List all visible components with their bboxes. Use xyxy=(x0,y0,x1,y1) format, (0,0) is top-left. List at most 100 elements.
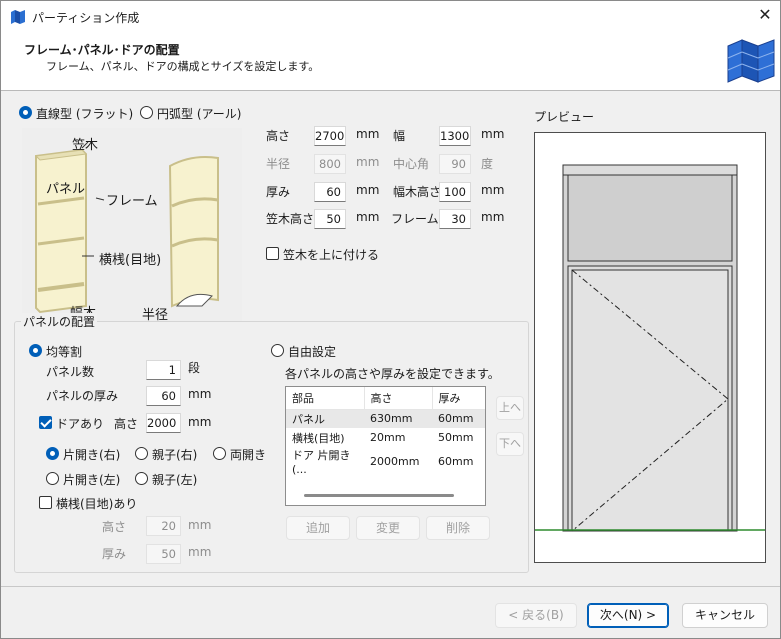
height-input[interactable]: 2700 xyxy=(314,126,346,146)
kasagi-height-input[interactable]: 50 xyxy=(314,209,346,229)
panel-count-label: パネル数 xyxy=(46,365,95,379)
wizard-header: フレーム･パネル･ドアの配置 フレーム、パネル、ドアの構成とサイズを設定します。 xyxy=(1,32,780,91)
arc-type-radio[interactable] xyxy=(140,106,153,119)
yokosan-height-label: 高さ xyxy=(102,520,127,534)
door-single-right-radio[interactable] xyxy=(46,447,59,460)
list-header-part[interactable]: 部品 xyxy=(286,387,365,410)
thickness-unit: mm xyxy=(356,183,380,197)
door-pair-left-label[interactable]: 親子(左) xyxy=(152,471,197,488)
radius-input[interactable]: 800 xyxy=(314,154,346,174)
cancel-button[interactable]: キャンセル xyxy=(682,603,768,628)
door-single-left-radio[interactable] xyxy=(46,472,59,485)
move-up-button[interactable]: 上へ xyxy=(496,396,524,420)
footer-separator xyxy=(1,586,780,587)
angle-input[interactable]: 90 xyxy=(439,154,471,174)
door-label[interactable]: ドアあり xyxy=(56,415,104,432)
habaki-height-input[interactable]: 100 xyxy=(439,182,471,202)
table-row[interactable]: パネル 630mm 60mm xyxy=(286,409,485,428)
move-down-button[interactable]: 下へ xyxy=(496,432,524,456)
angle-unit: 度 xyxy=(481,157,494,171)
preview-canvas xyxy=(534,132,766,563)
door-height-input[interactable]: 2000 xyxy=(146,413,181,433)
yokosan-label[interactable]: 横桟(目地)あり xyxy=(56,495,137,512)
kasagi-height-unit: mm xyxy=(356,210,380,224)
list-cell: 630mm xyxy=(364,409,432,428)
preview-label: プレビュー xyxy=(534,110,595,124)
width-label: 幅 xyxy=(393,129,406,143)
thickness-label: 厚み xyxy=(266,185,291,199)
table-row[interactable]: ドア 片開き(... 2000mm 60mm xyxy=(286,447,485,476)
equal-split-label[interactable]: 均等割 xyxy=(46,343,82,360)
angle-label: 中心角 xyxy=(393,157,430,171)
panel-list[interactable]: 部品 高さ 厚み パネル 630mm 60mm 横桟(目地) 20mm 50mm… xyxy=(285,386,486,506)
door-height-unit: mm xyxy=(188,415,212,429)
arc-type-label[interactable]: 円弧型 (アール) xyxy=(157,105,241,122)
door-double-radio[interactable] xyxy=(213,447,226,460)
door-height-label: 高さ xyxy=(114,417,139,431)
list-cell: 50mm xyxy=(438,431,474,444)
list-cell: パネル xyxy=(286,409,364,428)
dialog-window: パーティション作成 ✕ フレーム･パネル･ドアの配置 フレーム、パネル、ドアの構… xyxy=(0,0,781,639)
radius-unit: mm xyxy=(356,155,380,169)
edit-button[interactable]: 変更 xyxy=(356,516,420,540)
kasagi-top-checkbox[interactable] xyxy=(266,247,279,260)
panel-count-input[interactable]: 1 xyxy=(146,360,181,380)
panel-list-table: 部品 高さ 厚み パネル 630mm 60mm 横桟(目地) 20mm 50mm… xyxy=(286,387,485,476)
height-unit: mm xyxy=(356,127,380,141)
list-cell: 20mm xyxy=(370,431,406,444)
panel-thickness-input[interactable]: 60 xyxy=(146,386,181,406)
title-bar: パーティション作成 ✕ xyxy=(1,1,780,32)
partition-header-icon xyxy=(727,39,775,83)
yokosan-height-unit: mm xyxy=(188,518,212,532)
list-cell: 横桟(目地) xyxy=(292,431,345,445)
door-pair-right-radio[interactable] xyxy=(135,447,148,460)
door-single-right-label[interactable]: 片開き(右) xyxy=(63,446,120,463)
add-button[interactable]: 追加 xyxy=(286,516,350,540)
header-title: フレーム･パネル･ドアの配置 xyxy=(24,43,180,57)
habaki-height-label: 幅木高さ xyxy=(393,185,442,199)
list-cell: 60mm xyxy=(432,409,485,428)
free-setting-radio[interactable] xyxy=(271,344,284,357)
width-input[interactable]: 1300 xyxy=(439,126,471,146)
horizontal-scrollbar[interactable] xyxy=(304,494,454,497)
close-icon[interactable]: ✕ xyxy=(753,5,777,24)
door-pair-left-radio[interactable] xyxy=(135,472,148,485)
panel-group-label: パネルの配置 xyxy=(21,313,98,330)
yokosan-checkbox[interactable] xyxy=(39,496,52,509)
next-button[interactable]: 次へ(N) > xyxy=(587,603,669,628)
label-kasagi: 笠木 xyxy=(72,138,99,153)
kasagi-height-label: 笠木高さ xyxy=(266,212,315,226)
free-setting-label[interactable]: 自由設定 xyxy=(288,343,336,360)
label-yokosan: 横桟(目地) xyxy=(99,253,162,268)
list-cell: ドア 片開き(... xyxy=(292,449,351,476)
frame-width-unit: mm xyxy=(481,210,505,224)
thickness-input[interactable]: 60 xyxy=(314,182,346,202)
door-pair-right-label[interactable]: 親子(右) xyxy=(152,446,197,463)
header-subtitle: フレーム、パネル、ドアの構成とサイズを設定します。 xyxy=(46,60,320,73)
yokosan-thickness-input[interactable]: 50 xyxy=(146,544,181,564)
door-double-label[interactable]: 両開き xyxy=(230,446,266,463)
list-cell: 2000mm xyxy=(370,455,420,468)
back-button[interactable]: < 戻る(B) xyxy=(495,603,577,628)
panel-thickness-unit: mm xyxy=(188,387,212,401)
kasagi-top-label[interactable]: 笠木を上に付ける xyxy=(283,246,379,263)
equal-split-radio[interactable] xyxy=(29,344,42,357)
partition-preview xyxy=(535,164,765,532)
door-single-left-label[interactable]: 片開き(左) xyxy=(63,471,120,488)
panel-count-unit: 段 xyxy=(188,361,201,375)
frame-width-input[interactable]: 30 xyxy=(439,209,471,229)
yokosan-thickness-label: 厚み xyxy=(102,547,127,561)
yokosan-height-input[interactable]: 20 xyxy=(146,516,181,536)
list-header-thickness[interactable]: 厚み xyxy=(432,387,485,410)
radius-label: 半径 xyxy=(266,157,291,171)
door-checkbox[interactable] xyxy=(39,416,52,429)
linear-type-label[interactable]: 直線型 (フラット) xyxy=(36,105,133,122)
linear-type-radio[interactable] xyxy=(19,106,32,119)
habaki-height-unit: mm xyxy=(481,183,505,197)
height-label: 高さ xyxy=(266,129,291,143)
partition-app-icon xyxy=(11,10,25,24)
table-row[interactable]: 横桟(目地) 20mm 50mm xyxy=(286,428,485,447)
list-header-height[interactable]: 高さ xyxy=(364,387,433,410)
label-frame: フレーム xyxy=(106,194,158,209)
delete-button[interactable]: 削除 xyxy=(426,516,490,540)
